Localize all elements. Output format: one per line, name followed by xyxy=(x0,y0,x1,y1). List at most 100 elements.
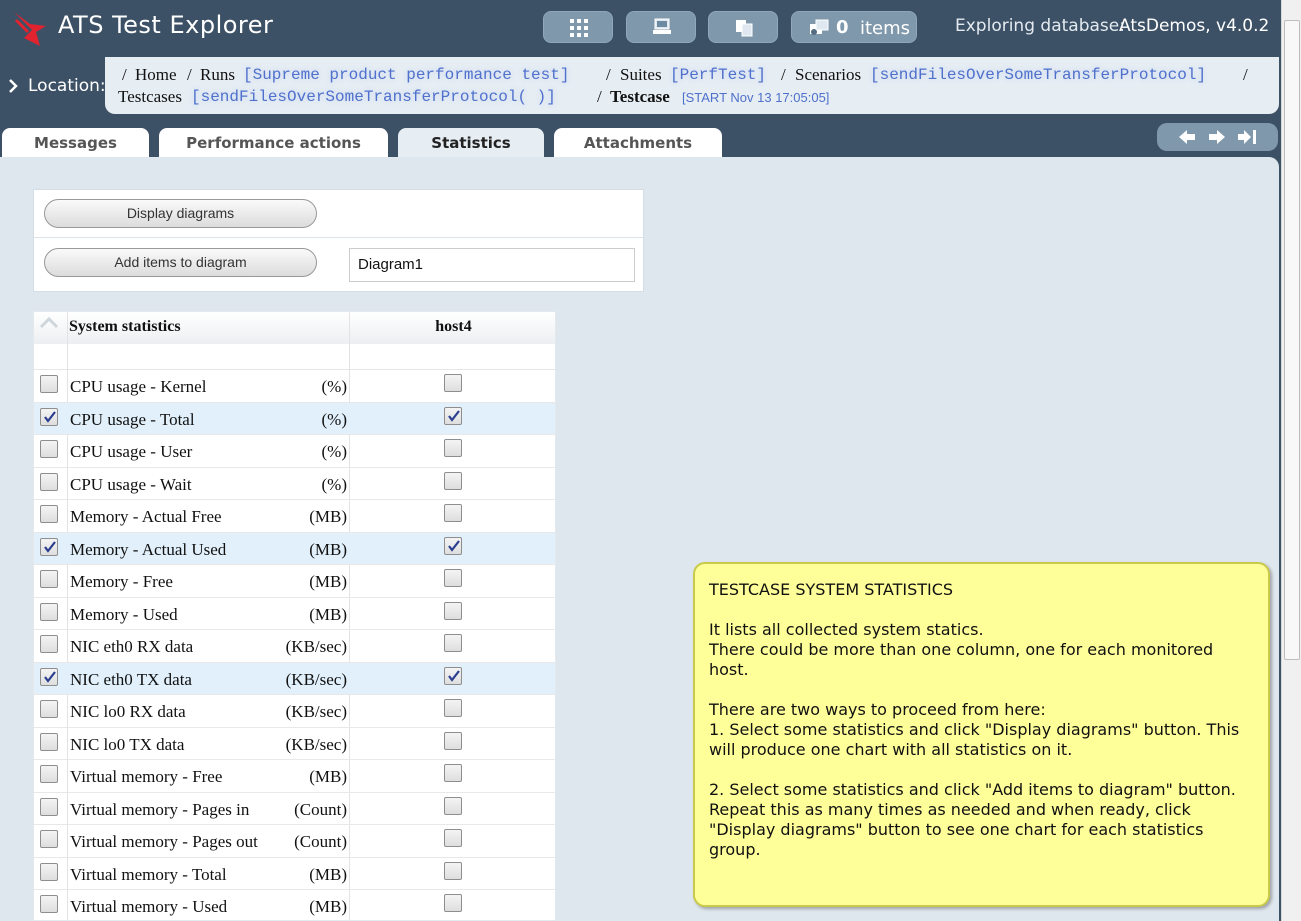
host-statistic-checkbox[interactable] xyxy=(444,439,462,457)
breadcrumb-runs[interactable]: Runs xyxy=(200,65,235,85)
tab-performance-actions[interactable]: Performance actions xyxy=(159,128,388,158)
breadcrumb: / Home / Runs [Supreme product performan… xyxy=(105,57,1279,114)
row-select-checkbox[interactable] xyxy=(40,700,58,718)
column-header-host: host4 xyxy=(435,318,472,335)
row-select-checkbox[interactable] xyxy=(40,765,58,783)
add-items-to-diagram-button[interactable]: Add items to diagram xyxy=(44,248,317,277)
note-title: TESTCASE SYSTEM STATISTICS xyxy=(709,580,954,599)
host-statistic-checkbox[interactable] xyxy=(444,731,462,750)
host-statistic-checkbox[interactable] xyxy=(444,536,462,555)
computer-button[interactable] xyxy=(626,11,696,43)
breadcrumb-testcase-link[interactable]: [sendFilesOverSomeTransferProtocol( )] xyxy=(191,88,556,106)
row-select-checkbox[interactable] xyxy=(40,895,58,913)
statistic-name: Memory - Free xyxy=(70,572,173,591)
breadcrumb-run-link[interactable]: [Supreme product performance test] xyxy=(243,66,569,84)
row-select-checkbox[interactable] xyxy=(40,797,58,816)
row-select-checkbox[interactable] xyxy=(40,862,58,881)
table-row[interactable]: NIC eth0 TX data (KB/sec) xyxy=(34,662,555,695)
statistic-unit: (MB) xyxy=(309,507,347,526)
diagram-name-input[interactable]: Diagram1 xyxy=(349,248,635,282)
host-statistic-checkbox[interactable] xyxy=(444,829,462,847)
location-label: Location: xyxy=(28,76,106,96)
table-row[interactable]: Memory - Used (MB) xyxy=(34,598,555,630)
host-statistic-checkbox[interactable] xyxy=(444,601,462,620)
breadcrumb-home[interactable]: Home xyxy=(135,65,177,85)
host-statistic-checkbox[interactable] xyxy=(444,894,462,912)
tab-messages[interactable]: Messages xyxy=(2,128,149,158)
table-row[interactable]: Memory - Actual Free (MB) xyxy=(34,500,555,533)
tab-attachments[interactable]: Attachments xyxy=(554,128,722,158)
breadcrumb-separator: / xyxy=(1243,65,1248,84)
system-statistics-table: System statistics host4 CPU usage - Kern… xyxy=(33,311,556,921)
table-row[interactable]: CPU usage - User (%) xyxy=(34,435,555,468)
row-select-checkbox[interactable] xyxy=(40,407,58,426)
row-select-checkbox[interactable] xyxy=(40,375,58,393)
breadcrumb-scenarios[interactable]: Scenarios xyxy=(795,65,861,85)
note-text: 1. Select some statistics and click "Dis… xyxy=(709,720,1240,759)
table-row[interactable]: CPU usage - Wait (%) xyxy=(34,468,555,500)
breadcrumb-scenario-link[interactable]: [sendFilesOverSomeTransferProtocol] xyxy=(870,66,1206,84)
row-select-checkbox[interactable] xyxy=(40,472,58,491)
tab-statistics[interactable]: Statistics xyxy=(398,128,544,159)
table-row[interactable]: Virtual memory - Pages in (Count) xyxy=(34,793,555,825)
breadcrumb-testcase: Testcase xyxy=(610,87,670,106)
host-statistic-checkbox[interactable] xyxy=(444,699,462,717)
items-button[interactable]: 0 items xyxy=(791,11,917,43)
statistics-panel: Display diagrams Add items to diagram Di… xyxy=(0,157,1279,921)
note-text: There could be more than one column, one… xyxy=(709,640,1214,679)
statistic-name: CPU usage - User xyxy=(70,442,193,461)
table-row[interactable]: Memory - Actual Used (MB) xyxy=(34,532,555,565)
copy-icon xyxy=(736,20,753,37)
breadcrumb-suite-link[interactable]: [PerfTest] xyxy=(670,66,766,84)
row-select-checkbox[interactable] xyxy=(40,570,58,588)
breadcrumb-separator: / xyxy=(122,65,127,84)
host-statistic-checkbox[interactable] xyxy=(444,374,462,392)
host-statistic-checkbox[interactable] xyxy=(444,764,462,782)
row-select-checkbox[interactable] xyxy=(40,635,58,653)
table-row[interactable]: Virtual memory - Total (MB) xyxy=(34,858,555,890)
arrow-left-icon[interactable] xyxy=(1178,129,1196,145)
row-select-checkbox[interactable] xyxy=(40,667,58,686)
table-row[interactable]: CPU usage - Total (%) xyxy=(34,402,555,435)
statistic-unit: (MB) xyxy=(309,539,347,559)
arrow-last-icon[interactable] xyxy=(1237,129,1257,145)
row-select-checkbox[interactable] xyxy=(40,440,58,458)
table-row[interactable]: NIC eth0 RX data (KB/sec) xyxy=(34,630,555,663)
copy-button[interactable] xyxy=(708,11,778,43)
host-statistic-checkbox[interactable] xyxy=(444,504,462,522)
row-select-checkbox[interactable] xyxy=(40,537,58,556)
table-row[interactable]: Virtual memory - Pages out (Count) xyxy=(34,825,555,858)
chevron-right-icon[interactable] xyxy=(8,78,18,94)
statistic-unit: (%) xyxy=(321,409,347,429)
host-statistic-checkbox[interactable] xyxy=(444,634,462,652)
host-statistic-checkbox[interactable] xyxy=(444,861,462,880)
row-select-checkbox[interactable] xyxy=(40,505,58,523)
display-diagrams-button[interactable]: Display diagrams xyxy=(44,199,317,228)
statistic-name: NIC lo0 RX data xyxy=(70,702,186,721)
breadcrumb-suites[interactable]: Suites xyxy=(620,65,662,85)
table-row[interactable]: CPU usage - Kernel (%) xyxy=(34,370,555,403)
scrollbar-thumb[interactable] xyxy=(1284,20,1300,660)
row-select-checkbox[interactable] xyxy=(40,602,58,621)
host-statistic-checkbox[interactable] xyxy=(444,569,462,587)
host-statistic-checkbox[interactable] xyxy=(444,406,462,425)
breadcrumb-testcases[interactable]: Testcases xyxy=(118,87,182,107)
note-text: 2. Select some statistics and click "Add… xyxy=(709,780,1236,859)
table-row[interactable]: Virtual memory - Used (MB) xyxy=(34,890,555,920)
row-select-checkbox[interactable] xyxy=(40,732,58,751)
collapse-up-icon[interactable] xyxy=(38,315,60,331)
statistic-name: NIC eth0 RX data xyxy=(70,637,194,656)
arrow-right-icon[interactable] xyxy=(1208,129,1226,145)
table-row[interactable]: NIC lo0 RX data (KB/sec) xyxy=(34,695,555,728)
host-statistic-checkbox[interactable] xyxy=(444,796,462,815)
row-select-checkbox[interactable] xyxy=(40,830,58,848)
page-scrollbar[interactable] xyxy=(1281,0,1301,921)
table-row[interactable]: Memory - Free (MB) xyxy=(34,565,555,598)
statistic-unit: (KB/sec) xyxy=(285,637,347,656)
host-statistic-checkbox[interactable] xyxy=(444,666,462,685)
statistic-name: NIC eth0 TX data xyxy=(70,669,192,689)
grid-menu-button[interactable] xyxy=(543,11,613,43)
host-statistic-checkbox[interactable] xyxy=(444,471,462,490)
table-row[interactable]: NIC lo0 TX data (KB/sec) xyxy=(34,728,555,760)
table-row[interactable]: Virtual memory - Free (MB) xyxy=(34,760,555,793)
